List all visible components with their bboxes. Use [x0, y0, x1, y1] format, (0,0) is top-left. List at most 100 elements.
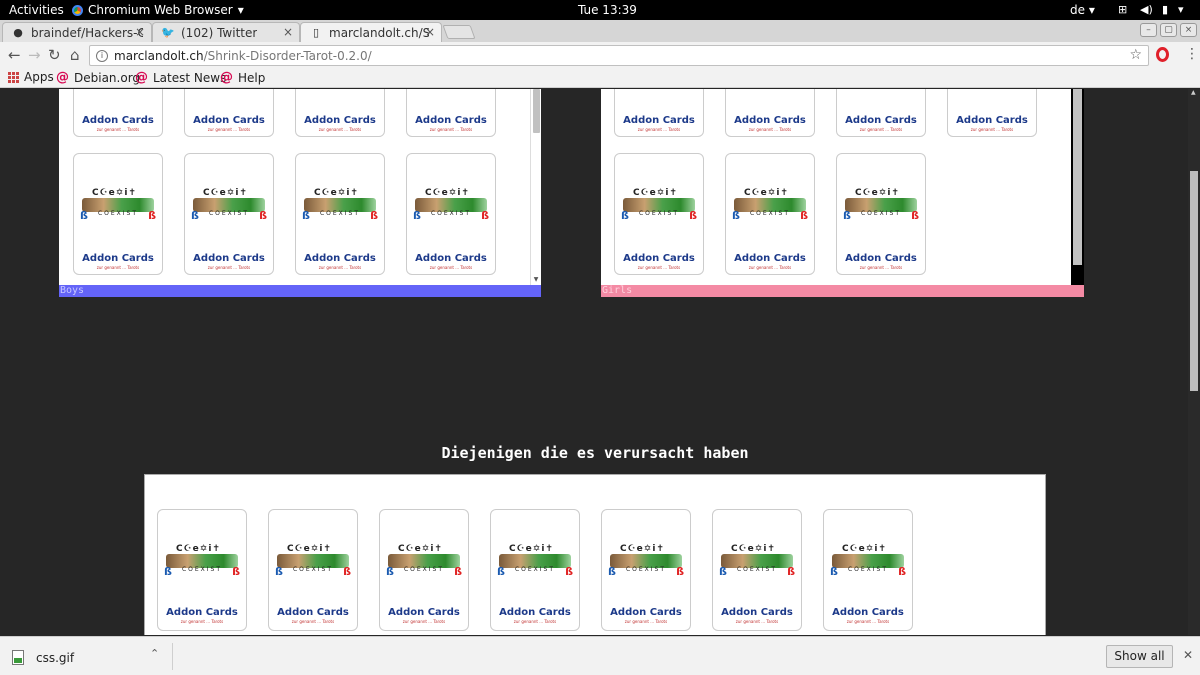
addon-card[interactable]: C☪e✡i✝ COEXIST ß ß Addon Cards zur genannt ..… — [614, 153, 704, 275]
minimize-button[interactable]: – — [1140, 23, 1157, 37]
addon-card[interactable]: Addon Cards zur genannt ... Tarots — [836, 89, 926, 137]
system-top-bar: Activities Chromium Web Browser ▾ Tue 13:… — [0, 0, 1200, 20]
bookmark-label: Latest News — [153, 70, 227, 85]
forward-icon[interactable]: → — [28, 46, 41, 64]
addon-card[interactable]: Addon Cards zur genannt ... Tarots — [406, 89, 496, 137]
page-scrollbar[interactable]: ▲ — [1188, 89, 1200, 635]
app-menu[interactable]: Chromium Web Browser ▾ — [72, 3, 244, 17]
keyboard-layout[interactable]: de ▾ — [1070, 3, 1095, 17]
scrollbar-thumb[interactable] — [533, 89, 540, 133]
opera-extension-icon[interactable] — [1156, 47, 1169, 62]
card-subtitle: zur genannt ... Tarots — [970, 127, 1014, 132]
card-title: Addon Cards — [304, 115, 376, 126]
coexist-logo-icon: C☪e✡i✝ COEXIST ß ß — [843, 188, 919, 222]
addon-card[interactable]: C☪e✡i✝ COEXIST ß ß Addon Cards zur genannt ..… — [490, 509, 580, 631]
new-tab-button[interactable] — [442, 25, 476, 39]
scroll-up-icon[interactable]: ▲ — [1191, 89, 1196, 96]
girls-card-panel[interactable]: Addon Cards zur genannt ... Tarots Addon C… — [601, 89, 1084, 285]
bookmark-debian[interactable]: @ Debian.org — [56, 70, 140, 85]
addon-card[interactable]: C☪e✡i✝ COEXIST ß ß Addon Cards zur genannt ..… — [601, 509, 691, 631]
card-title: Addon Cards — [415, 115, 487, 126]
coexist-logo-icon: C☪e✡i✝ COEXIST ß ß — [608, 544, 684, 578]
addon-card[interactable]: Addon Cards zur genannt ... Tarots — [725, 89, 815, 137]
addon-card[interactable]: C☪e✡i✝ COEXIST ß ß Addon Cards zur genannt ..… — [184, 153, 274, 275]
debian-icon: @ — [220, 70, 233, 85]
bookmark-label: Apps — [24, 70, 54, 84]
maximize-button[interactable]: ▢ — [1160, 23, 1177, 37]
panel-scrollbar[interactable]: ▼ — [530, 89, 541, 285]
coexist-logo-icon: C☪e✡i✝ COEXIST ß ß — [621, 188, 697, 222]
app-menu-label: Chromium Web Browser — [88, 3, 233, 17]
addon-card[interactable]: C☪e✡i✝ COEXIST ß ß Addon Cards zur genannt ..… — [295, 153, 385, 275]
bookmark-star-icon[interactable]: ☆ — [1129, 47, 1142, 63]
bookmark-label: Debian.org — [74, 70, 141, 85]
network-icon[interactable]: ⊞ — [1118, 3, 1127, 16]
debian-icon: @ — [56, 70, 69, 85]
addon-card[interactable]: C☪e✡i✝ COEXIST ß ß Addon Cards zur genannt ..… — [823, 509, 913, 631]
panel-scrollbar[interactable] — [1071, 89, 1084, 285]
chevron-up-icon[interactable]: ⌃ — [150, 647, 159, 660]
addon-card[interactable]: C☪e✡i✝ COEXIST ß ß Addon Cards zur genannt ..… — [157, 509, 247, 631]
addon-card[interactable]: C☪e✡i✝ COEXIST ß ß Addon Cards zur genannt ..… — [268, 509, 358, 631]
addon-card[interactable]: C☪e✡i✝ COEXIST ß ß Addon Cards zur genannt ..… — [712, 509, 802, 631]
back-icon[interactable]: ← — [8, 46, 21, 64]
addon-card[interactable]: C☪e✡i✝ COEXIST ß ß Addon Cards zur genannt ..… — [406, 153, 496, 275]
scrollbar-thumb[interactable] — [1073, 89, 1082, 265]
battery-icon[interactable]: ▮ — [1162, 3, 1168, 16]
coexist-logo-icon: C☪e✡i✝ COEXIST ß ß — [80, 188, 156, 222]
addon-card[interactable]: Addon Cards zur genannt ... Tarots — [947, 89, 1037, 137]
addon-card[interactable]: C☪e✡i✝ COEXIST ß ß Addon Cards zur genannt ..… — [725, 153, 815, 275]
card-subtitle: zur genannt ... Tarots — [207, 265, 251, 270]
scrollbar-thumb[interactable] — [1190, 171, 1198, 391]
page-content[interactable]: Addon Cards zur genannt ... Tarots Addon C… — [0, 89, 1200, 635]
debian-icon: @ — [135, 70, 148, 85]
tab-marclandolt[interactable]: ▯ marclandolt.ch/Shrin × — [300, 22, 442, 42]
card-title: Addon Cards — [623, 253, 695, 264]
volume-icon[interactable]: ◀) — [1140, 3, 1153, 16]
boys-card-panel[interactable]: Addon Cards zur genannt ... Tarots Addon C… — [59, 89, 541, 285]
card-title: Addon Cards — [845, 253, 917, 264]
coexist-logo-icon: C☪e✡i✝ COEXIST ß ß — [497, 544, 573, 578]
menu-icon[interactable]: ⋮ — [1185, 46, 1199, 62]
close-icon[interactable]: × — [135, 25, 145, 39]
chromium-icon — [72, 4, 83, 16]
card-subtitle: zur genannt ... Tarots — [859, 127, 903, 132]
addon-card[interactable]: Addon Cards zur genannt ... Tarots — [184, 89, 274, 137]
card-subtitle: zur genannt ... Tarots — [748, 265, 792, 270]
close-icon[interactable]: × — [283, 25, 293, 39]
causers-card-panel[interactable]: C☪e✡i✝ COEXIST ß ß Addon Cards zur genannt ..… — [151, 481, 1029, 635]
card-title: Addon Cards — [166, 607, 238, 618]
addon-card[interactable]: C☪e✡i✝ COEXIST ß ß Addon Cards zur genannt ..… — [379, 509, 469, 631]
girls-link[interactable]: Girls — [601, 285, 1084, 297]
bookmark-apps[interactable]: Apps — [8, 70, 54, 84]
activities-button[interactable]: Activities — [9, 3, 64, 17]
bookmark-help[interactable]: @ Help — [220, 70, 265, 85]
addon-card[interactable]: C☪e✡i✝ COEXIST ß ß Addon Cards zur genannt ..… — [73, 153, 163, 275]
home-icon[interactable]: ⌂ — [70, 46, 80, 64]
boys-link[interactable]: Boys — [59, 285, 541, 297]
addon-card[interactable]: Addon Cards zur genannt ... Tarots — [73, 89, 163, 137]
download-item[interactable]: css.gif — [12, 650, 74, 665]
card-title: Addon Cards — [388, 607, 460, 618]
addon-card[interactable]: C☪e✡i✝ COEXIST ß ß Addon Cards zur genannt ..… — [836, 153, 926, 275]
reload-icon[interactable]: ↻ — [48, 46, 61, 64]
card-subtitle: zur genannt ... Tarots — [624, 619, 668, 624]
card-subtitle: zur genannt ... Tarots — [429, 127, 473, 132]
addon-card[interactable]: Addon Cards zur genannt ... Tarots — [614, 89, 704, 137]
address-bar[interactable]: i marclandolt.ch/Shrink-Disorder-Tarot-0… — [89, 45, 1149, 66]
keyboard-layout-label: de — [1070, 3, 1085, 17]
addon-card[interactable]: Addon Cards zur genannt ... Tarots — [295, 89, 385, 137]
close-window-button[interactable]: × — [1180, 23, 1197, 37]
card-title: Addon Cards — [415, 253, 487, 264]
info-icon[interactable]: i — [96, 49, 108, 62]
show-all-button[interactable]: Show all — [1106, 645, 1173, 668]
tab-github[interactable]: ● braindef/Hackers-Ca × — [2, 22, 152, 42]
scroll-down-icon[interactable]: ▼ — [531, 276, 541, 283]
clock[interactable]: Tue 13:39 — [578, 3, 637, 17]
close-icon[interactable]: × — [425, 25, 435, 39]
close-icon[interactable]: ✕ — [1183, 648, 1193, 662]
bookmark-latest-news[interactable]: @ Latest News — [135, 70, 226, 85]
card-title: Addon Cards — [193, 253, 265, 264]
system-menu-icon[interactable]: ▾ — [1178, 3, 1184, 16]
tab-twitter[interactable]: 🐦 (102) Twitter × — [152, 22, 300, 42]
